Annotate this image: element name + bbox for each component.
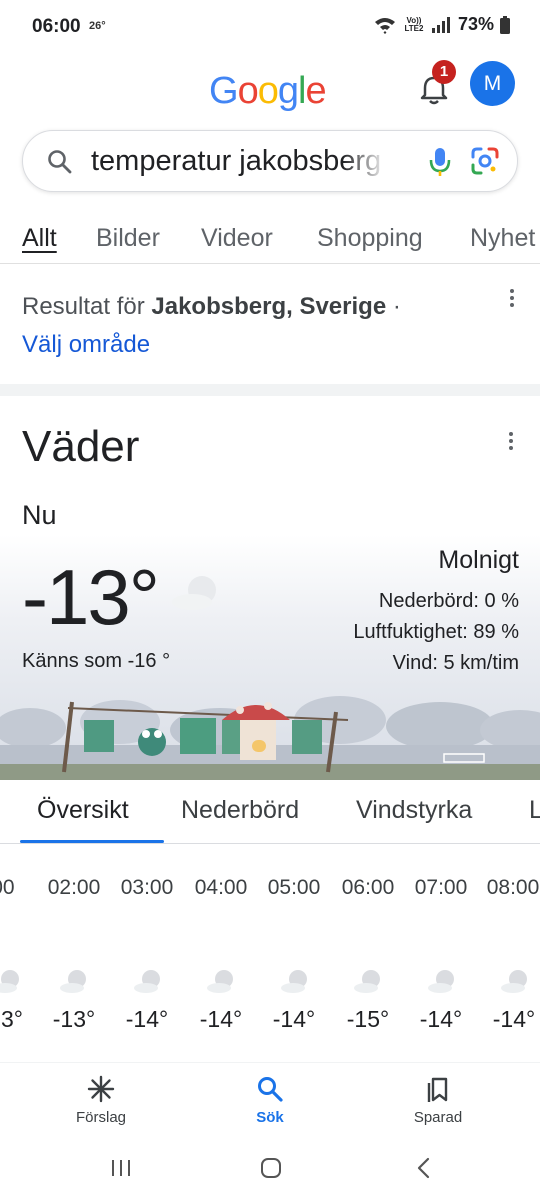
- system-navigation-bar: [0, 1142, 540, 1200]
- nav-label: Sparad: [413, 1109, 463, 1126]
- search-tabs: Allt Bilder Videor Shopping Nyhet: [0, 214, 540, 264]
- status-right: Vo)) LTE2 73%: [374, 14, 510, 35]
- status-bar: 06:00 26° Vo)) LTE2 73%: [0, 0, 540, 52]
- bookmarks-icon: [427, 1077, 448, 1102]
- network-label: Vo)) LTE2: [404, 15, 424, 33]
- lens-icon[interactable]: [469, 145, 501, 179]
- hour-temp: -14°: [419, 1006, 463, 1032]
- app-header: Google 1 M: [0, 52, 540, 128]
- nav-label: Sök: [256, 1109, 284, 1126]
- bottom-navigation: Förslag Sök Sparad: [0, 1062, 540, 1142]
- wifi-icon: [374, 17, 395, 34]
- hour-label: 05:00: [267, 876, 321, 899]
- tab-bilder[interactable]: Bilder: [96, 224, 160, 253]
- hour-temp: -13°: [52, 1006, 96, 1032]
- hour-temp: -14°: [125, 1006, 169, 1032]
- location-notice: Resultat för Jakobsberg, Sverige · Välj …: [22, 288, 492, 364]
- avatar[interactable]: M: [470, 61, 515, 106]
- hourly-icons: [0, 966, 540, 996]
- tab-videor[interactable]: Videor: [201, 224, 273, 253]
- search-icon[interactable]: [47, 149, 73, 175]
- tab-shopping[interactable]: Shopping: [317, 224, 423, 253]
- subtab-nederbord[interactable]: Nederbörd: [181, 796, 299, 825]
- subtab-oversikt[interactable]: Översikt: [37, 796, 129, 825]
- precipitation: Nederbörd: 0 %: [378, 590, 519, 612]
- hour-label: 06:00: [341, 876, 395, 899]
- hour-temp: -14°: [199, 1006, 243, 1032]
- weather-doodle-illustration: [0, 696, 540, 780]
- hour-temp: -14°: [272, 1006, 316, 1032]
- cloud-icon: [207, 970, 233, 993]
- current-temperature: -13°: [22, 553, 160, 641]
- subtab-vindstyrka[interactable]: Vindstyrka: [356, 796, 472, 825]
- wind: Vind: 5 km/tim: [392, 652, 519, 674]
- hour-temp: -15°: [346, 1006, 390, 1032]
- now-label: Nu: [22, 500, 57, 530]
- cloud-icon: [134, 970, 160, 993]
- more-options-icon[interactable]: [509, 289, 515, 311]
- hour-label: 07:00: [414, 876, 468, 899]
- cloud-icon: [281, 970, 307, 993]
- nav-label: Förslag: [75, 1109, 127, 1126]
- nav-sok[interactable]: Sök: [220, 1075, 320, 1126]
- battery-percent: 73%: [457, 14, 494, 34]
- weather-title: Väder: [22, 422, 140, 471]
- signal-icon: [431, 16, 450, 33]
- hour-label: :00: [0, 876, 15, 899]
- sparkle-icon: [87, 1075, 115, 1103]
- result-location: Jakobsberg, Sverige: [151, 293, 387, 320]
- tab-nyheter[interactable]: Nyhet: [470, 224, 535, 253]
- search-icon: [258, 1077, 283, 1102]
- hour-label: 08:00: [486, 876, 540, 899]
- notification-badge: 1: [432, 60, 456, 84]
- weather-more-icon[interactable]: [508, 432, 514, 454]
- cloud-icon: [354, 970, 380, 993]
- home-icon[interactable]: [259, 1156, 283, 1180]
- google-logo: Google: [209, 70, 327, 112]
- feels-like: Känns som -16 °: [22, 650, 171, 672]
- cloud-icon: [428, 970, 454, 993]
- search-box[interactable]: temperatur jakobsberg: [22, 130, 518, 192]
- nav-forslag[interactable]: Förslag: [51, 1075, 151, 1126]
- weather-condition: Molnigt: [438, 546, 519, 574]
- result-prefix: Resultat för: [22, 293, 145, 320]
- cloud-icon: [0, 970, 19, 993]
- mic-icon[interactable]: [425, 145, 455, 179]
- weather-subtabs: Översikt Nederbörd Vindstyrka L: [0, 780, 540, 844]
- hour-label: 04:00: [194, 876, 248, 899]
- humidity: Luftfuktighet: 89 %: [353, 621, 519, 643]
- back-icon[interactable]: [414, 1156, 434, 1180]
- section-divider: [0, 384, 540, 396]
- cloud-icon: [60, 970, 86, 993]
- active-tab-indicator: [20, 840, 164, 843]
- hourly-times: :00 02:00 03:00 04:00 05:00 06:00 07:00 …: [0, 876, 540, 906]
- status-time: 06:00: [32, 16, 81, 37]
- hourly-temps: 3° -13° -14° -14° -14° -15° -14° -14°: [0, 1006, 540, 1036]
- status-temp: 26°: [89, 20, 106, 32]
- hour-label: 02:00: [47, 876, 101, 899]
- choose-area-link[interactable]: Välj område: [22, 331, 150, 358]
- tab-allt[interactable]: Allt: [22, 224, 57, 253]
- recent-apps-icon[interactable]: [110, 1157, 132, 1179]
- search-input[interactable]: temperatur jakobsberg: [91, 145, 387, 178]
- subtab-more[interactable]: L: [529, 796, 540, 825]
- battery-icon: [500, 15, 510, 34]
- hour-label: 03:00: [120, 876, 174, 899]
- nav-sparad[interactable]: Sparad: [388, 1075, 488, 1126]
- result-separator: ·: [392, 293, 401, 320]
- cloud-icon: [501, 970, 527, 993]
- hour-temp: -14°: [492, 1006, 536, 1032]
- cloud-icon: [172, 576, 216, 610]
